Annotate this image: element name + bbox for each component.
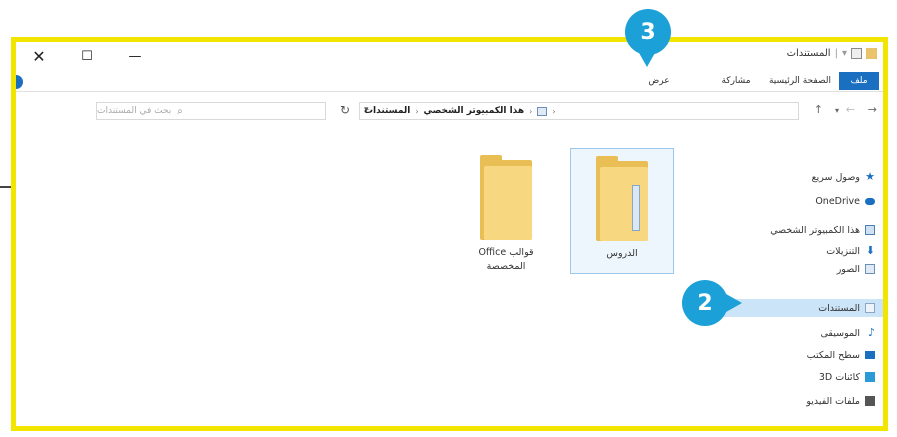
- videos-icon: [865, 396, 875, 406]
- 3d-objects-icon: [865, 372, 875, 382]
- tab-file[interactable]: ملف: [839, 72, 879, 90]
- close-button[interactable]: ✕: [24, 46, 54, 66]
- nav-item-label: الموسيقى: [820, 327, 860, 339]
- folder-icon: [480, 155, 532, 240]
- search-icon: ⌕: [177, 105, 183, 117]
- quick-access-toolbar: ▾ | المستندات: [787, 48, 877, 59]
- nav-item-downloads[interactable]: ⬇ التنزيلات: [826, 242, 875, 260]
- computer-icon: [865, 225, 875, 235]
- nav-item-label: OneDrive: [815, 195, 860, 207]
- search-placeholder: بحث في المستندات: [97, 106, 172, 116]
- computer-icon: [537, 106, 548, 116]
- forward-arrow-icon[interactable]: ←: [846, 103, 855, 116]
- recent-locations-icon[interactable]: ▾: [835, 106, 839, 115]
- folder-icon: [596, 156, 648, 241]
- nav-item-label: التنزيلات: [826, 245, 860, 257]
- folder-lessons[interactable]: الدروس: [570, 148, 674, 274]
- nav-item-label: هذا الكمبيوتر الشخصي: [770, 224, 860, 236]
- nav-item-label: ملفات الفيديو: [806, 395, 860, 407]
- nav-item-this-pc[interactable]: هذا الكمبيوتر الشخصي: [770, 221, 875, 239]
- nav-item-documents[interactable]: المستندات: [818, 299, 875, 317]
- address-bar-row: → ← ▾ ↑ ‹ ‹ هذا الكمبيوتر الشخصي ‹ المست…: [16, 98, 883, 124]
- nav-item-quick-access[interactable]: ★ وصول سريع: [812, 168, 875, 186]
- folder-label: قوالب Office المخصصة: [478, 247, 534, 272]
- desktop-icon: [865, 351, 875, 359]
- ribbon-tabs: ملف الصفحة الرئيسية مشاركة عرض: [16, 70, 883, 92]
- callout-3-pointer: [638, 51, 656, 67]
- address-path[interactable]: ‹ ‹ هذا الكمبيوتر الشخصي ‹ المستندات ▾: [359, 102, 799, 120]
- tab-home[interactable]: الصفحة الرئيسية: [767, 72, 833, 90]
- address-dropdown-icon[interactable]: ▾: [364, 105, 369, 115]
- back-arrow-icon[interactable]: →: [868, 103, 877, 116]
- path-segment-documents[interactable]: المستندات: [364, 106, 410, 116]
- nav-item-music[interactable]: ♪ الموسيقى: [821, 324, 875, 342]
- new-folder-icon[interactable]: [866, 48, 877, 59]
- window-title: المستندات: [786, 48, 831, 59]
- folder-label: الدروس: [606, 248, 638, 259]
- toolbar-dropdown-icon[interactable]: ▾: [842, 48, 847, 59]
- help-icon[interactable]: [16, 75, 23, 89]
- search-input[interactable]: ⌕ بحث في المستندات: [96, 102, 326, 120]
- callout-3: 3: [625, 9, 671, 55]
- nav-item-desktop[interactable]: سطح المكتب: [807, 346, 875, 364]
- folder-office-templates[interactable]: قوالب Office المخصصة: [454, 148, 558, 288]
- minimize-button[interactable]: —: [120, 46, 150, 66]
- download-icon: ⬇: [865, 244, 875, 257]
- refresh-icon[interactable]: ↻: [340, 103, 350, 117]
- properties-icon[interactable]: [851, 48, 862, 59]
- documents-icon: [865, 303, 875, 313]
- chevron-left-icon: ‹: [415, 106, 419, 116]
- nav-item-label: سطح المكتب: [806, 349, 860, 361]
- path-segment-this-pc[interactable]: هذا الكمبيوتر الشخصي: [424, 106, 525, 116]
- chevron-left-icon: ‹: [552, 106, 556, 116]
- nav-item-pictures[interactable]: الصور: [837, 260, 875, 278]
- callout-2: 2: [682, 280, 728, 326]
- cloud-icon: [865, 197, 875, 205]
- callout-2-pointer: [726, 294, 742, 312]
- title-separator: |: [834, 48, 838, 59]
- nav-item-label: كائنات 3D: [818, 371, 860, 383]
- chevron-left-icon: ‹: [529, 106, 533, 116]
- maximize-button[interactable]: ☐: [72, 46, 102, 66]
- nav-item-videos[interactable]: ملفات الفيديو: [806, 392, 875, 410]
- title-bar: ✕ ☐ — ▾ | المستندات: [16, 42, 883, 70]
- nav-item-label: وصول سريع: [811, 171, 860, 183]
- nav-item-label: المستندات: [818, 302, 860, 314]
- tab-view[interactable]: عرض: [639, 72, 679, 90]
- tab-share[interactable]: مشاركة: [713, 72, 759, 90]
- star-icon: ★: [865, 170, 875, 183]
- music-icon: ♪: [867, 326, 875, 339]
- nav-item-3d-objects[interactable]: كائنات 3D: [819, 368, 875, 386]
- up-arrow-icon[interactable]: ↑: [814, 103, 823, 116]
- nav-item-label: الصور: [836, 263, 860, 275]
- file-explorer-window: ✕ ☐ — ▾ | المستندات ملف الصفحة الرئيسية …: [11, 37, 888, 431]
- nav-item-onedrive[interactable]: OneDrive: [815, 192, 875, 210]
- pictures-icon: [865, 264, 875, 274]
